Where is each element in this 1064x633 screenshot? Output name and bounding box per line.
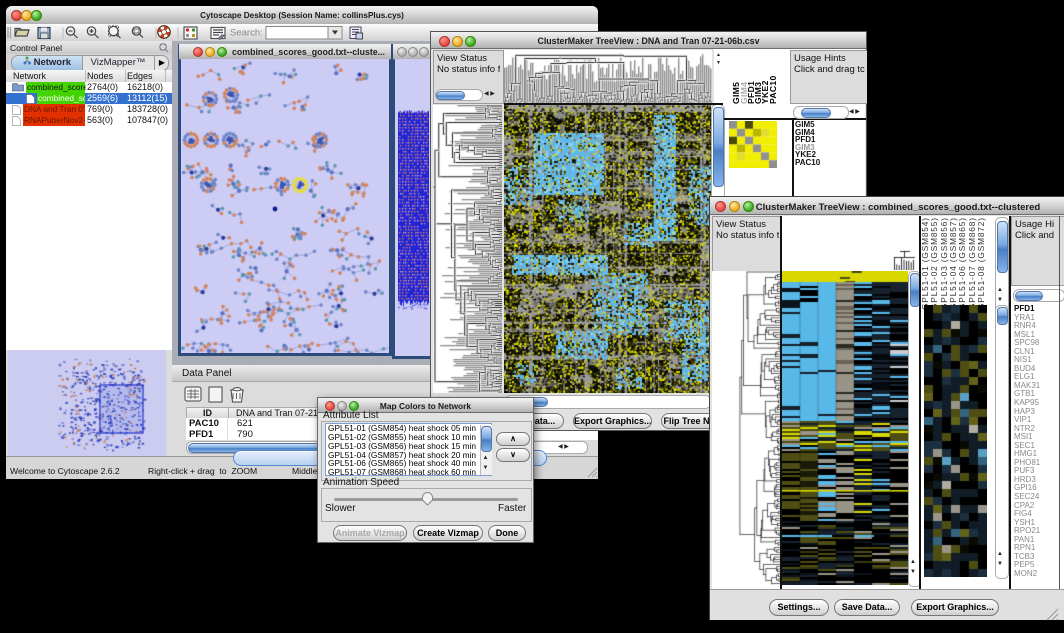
- svg-text:Search:: Search:: [230, 28, 263, 39]
